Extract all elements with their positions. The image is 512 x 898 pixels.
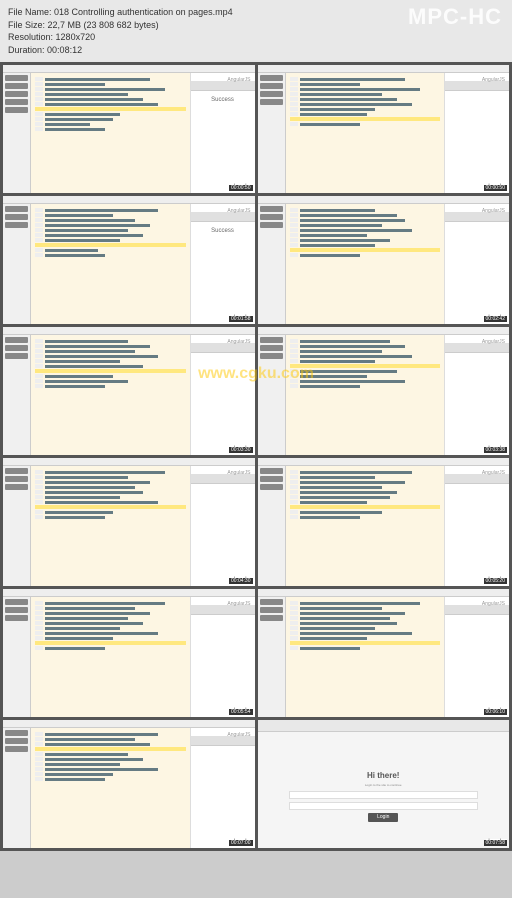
thumbnail[interactable]: AngularJS lynda 00:03:38 bbox=[258, 327, 510, 455]
login-email-input[interactable] bbox=[289, 791, 478, 799]
thumbnail[interactable]: AngularJS lynda 00:07:00 bbox=[3, 720, 255, 848]
thumbnail[interactable]: AngularJS lynda 00:02:42 bbox=[258, 196, 510, 324]
thumbnail[interactable]: AngularJS lynda 00:03:30 bbox=[3, 327, 255, 455]
resolution-label: Resolution: bbox=[8, 32, 53, 42]
login-title: Hi there! bbox=[367, 771, 399, 780]
duration-value: 00:08:12 bbox=[47, 45, 82, 55]
filesize-label: File Size: bbox=[8, 20, 45, 30]
thumbnail[interactable]: SuccessAngularJS lynda 00:00:50 bbox=[3, 65, 255, 193]
mpc-watermark: MPC-HC bbox=[408, 4, 502, 30]
duration-label: Duration: bbox=[8, 45, 45, 55]
filename-value: 018 Controlling authentication on pages.… bbox=[54, 7, 233, 17]
filename-label: File Name: bbox=[8, 7, 52, 17]
thumbnail[interactable]: SuccessAngularJS lynda 00:01:58 bbox=[3, 196, 255, 324]
login-subtitle: Login to the site to continue bbox=[365, 783, 402, 787]
thumbnail[interactable]: AngularJS lynda 00:00:50 bbox=[258, 65, 510, 193]
login-button[interactable]: Login bbox=[368, 813, 398, 822]
thumbnail-grid: SuccessAngularJS lynda 00:00:50 AngularJ… bbox=[0, 62, 512, 851]
thumbnail-login[interactable]: Hi there! Login to the site to continue … bbox=[258, 720, 510, 848]
thumbnail[interactable]: AngularJS lynda 00:05:54 bbox=[3, 589, 255, 717]
filesize-value: 22,7 MB (23 808 682 bytes) bbox=[48, 20, 159, 30]
timestamp: 00:00:50 bbox=[229, 185, 252, 191]
thumbnail[interactable]: AngularJS lynda 00:05:20 bbox=[258, 458, 510, 586]
thumbnail[interactable]: AngularJS lynda 00:04:30 bbox=[3, 458, 255, 586]
thumbnail[interactable]: AngularJS lynda 00:06:10 bbox=[258, 589, 510, 717]
login-password-input[interactable] bbox=[289, 802, 478, 810]
success-label: Success bbox=[209, 95, 236, 105]
resolution-value: 1280x720 bbox=[56, 32, 96, 42]
